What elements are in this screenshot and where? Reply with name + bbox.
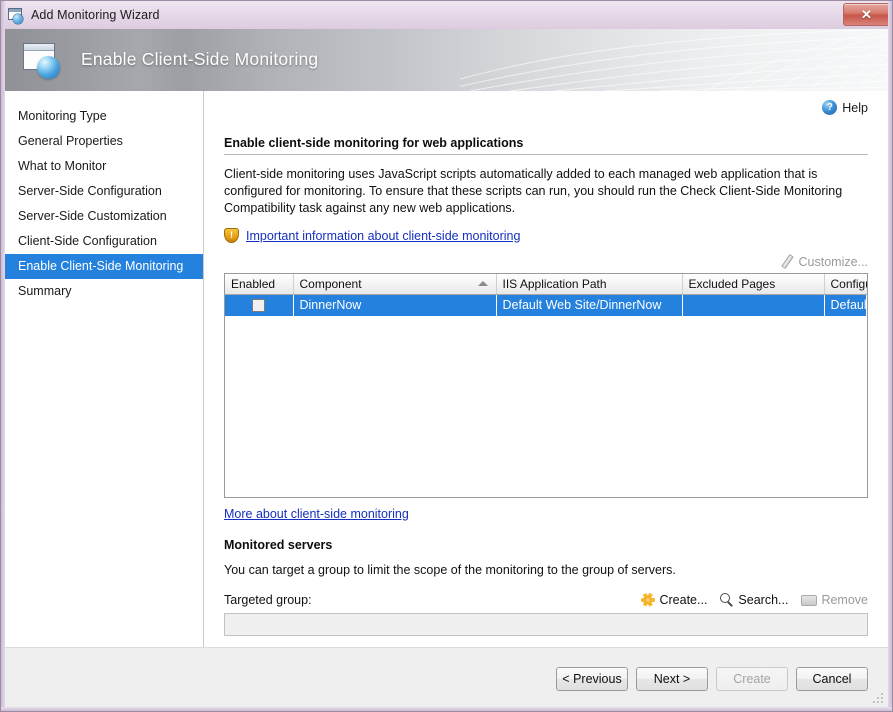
monitored-servers-title: Monitored servers: [224, 538, 868, 552]
targeted-group-actions: Create... Search... Remove: [641, 593, 868, 607]
wizard-content-panel: ? Help Enable client-side monitoring for…: [204, 91, 890, 647]
help-circle-icon: ?: [822, 100, 837, 115]
warning-shield-icon: !: [224, 228, 239, 243]
column-header-component-label: Component: [300, 277, 362, 291]
important-information-link[interactable]: Important information about client-side …: [246, 229, 520, 243]
targeted-group-row: Targeted group: Create... Search...: [224, 593, 868, 607]
column-header-iis-application-path[interactable]: IIS Application Path: [496, 274, 682, 295]
sidebar-item-what-to-monitor[interactable]: What to Monitor: [5, 154, 203, 179]
targeted-group-input[interactable]: [224, 613, 868, 636]
window-title: Add Monitoring Wizard: [31, 8, 160, 22]
sort-ascending-icon: [478, 281, 488, 286]
close-button[interactable]: ✕: [843, 3, 890, 26]
important-info-row: ! Important information about client-sid…: [224, 228, 868, 243]
banner-sphere-icon: [23, 43, 67, 79]
column-header-excluded-pages[interactable]: Excluded Pages: [682, 274, 824, 295]
help-label: Help: [842, 101, 868, 115]
targeted-group-label: Targeted group:: [224, 593, 312, 607]
create-wizard-button: Create: [716, 667, 788, 691]
wizard-banner: Enable Client-Side Monitoring: [5, 29, 890, 91]
wizard-body: Monitoring Type General Properties What …: [5, 91, 890, 647]
magnifier-icon: [720, 593, 734, 607]
cancel-button[interactable]: Cancel: [796, 667, 868, 691]
grid-table: Enabled Component IIS Application Path E…: [225, 274, 867, 316]
search-button[interactable]: Search...: [720, 593, 788, 607]
table-row[interactable]: DinnerNow Default Web Site/DinnerNow Def…: [225, 295, 867, 316]
previous-button[interactable]: < Previous: [556, 667, 628, 691]
sidebar-item-summary[interactable]: Summary: [5, 279, 203, 304]
enabled-checkbox[interactable]: [252, 299, 265, 312]
more-about-client-side-monitoring-link[interactable]: More about client-side monitoring: [224, 507, 409, 521]
row-excluded-pages-cell: [682, 295, 824, 316]
create-button-label: Create...: [659, 593, 707, 607]
help-link[interactable]: ? Help: [822, 100, 868, 115]
eraser-icon: [801, 595, 817, 606]
remove-button[interactable]: Remove: [801, 593, 868, 607]
page-description: Client-side monitoring uses JavaScript s…: [224, 166, 852, 217]
wizard-window: Add Monitoring Wizard ✕: [0, 0, 893, 712]
row-component-cell: DinnerNow: [293, 295, 496, 316]
customize-button[interactable]: Customize...: [799, 255, 868, 269]
search-button-label: Search...: [738, 593, 788, 607]
next-button[interactable]: Next >: [636, 667, 708, 691]
title-bar: Add Monitoring Wizard ✕: [1, 1, 893, 29]
row-enabled-cell: [225, 295, 293, 316]
row-configuration-cell: Default: [824, 295, 867, 316]
sidebar-item-server-side-configuration[interactable]: Server-Side Configuration: [5, 179, 203, 204]
column-header-configuration[interactable]: Configuration: [824, 274, 867, 295]
sidebar-item-monitoring-type[interactable]: Monitoring Type: [5, 104, 203, 129]
web-applications-grid[interactable]: Enabled Component IIS Application Path E…: [224, 273, 868, 498]
sidebar-item-client-side-configuration[interactable]: Client-Side Configuration: [5, 229, 203, 254]
sidebar-item-server-side-customization[interactable]: Server-Side Customization: [5, 204, 203, 229]
banner-title: Enable Client-Side Monitoring: [81, 49, 318, 70]
column-header-component[interactable]: Component: [293, 274, 496, 295]
monitored-servers-description: You can target a group to limit the scop…: [224, 563, 868, 577]
grid-header-row: Enabled Component IIS Application Path E…: [225, 274, 867, 295]
remove-button-label: Remove: [821, 593, 868, 607]
column-header-enabled[interactable]: Enabled: [225, 274, 293, 295]
row-iis-application-path-cell: Default Web Site/DinnerNow: [496, 295, 682, 316]
wizard-steps-sidebar: Monitoring Type General Properties What …: [5, 91, 204, 647]
footer-buttons: < Previous Next > Create Cancel: [556, 667, 868, 691]
sidebar-item-general-properties[interactable]: General Properties: [5, 129, 203, 154]
banner-mesh-decoration: [460, 29, 890, 91]
customize-row: Customize...: [224, 255, 868, 269]
more-link-row: More about client-side monitoring: [224, 507, 868, 521]
create-button[interactable]: Create...: [641, 593, 707, 607]
page-title: Enable client-side monitoring for web ap…: [224, 136, 868, 155]
window-sphere-icon: [8, 8, 25, 23]
resize-grip-icon[interactable]: [872, 692, 884, 704]
sidebar-item-enable-client-side-monitoring[interactable]: Enable Client-Side Monitoring: [5, 254, 203, 279]
starburst-icon: [641, 593, 655, 607]
pencil-icon: [780, 255, 794, 269]
wizard-footer: < Previous Next > Create Cancel: [5, 647, 890, 709]
close-icon: ✕: [861, 8, 872, 21]
